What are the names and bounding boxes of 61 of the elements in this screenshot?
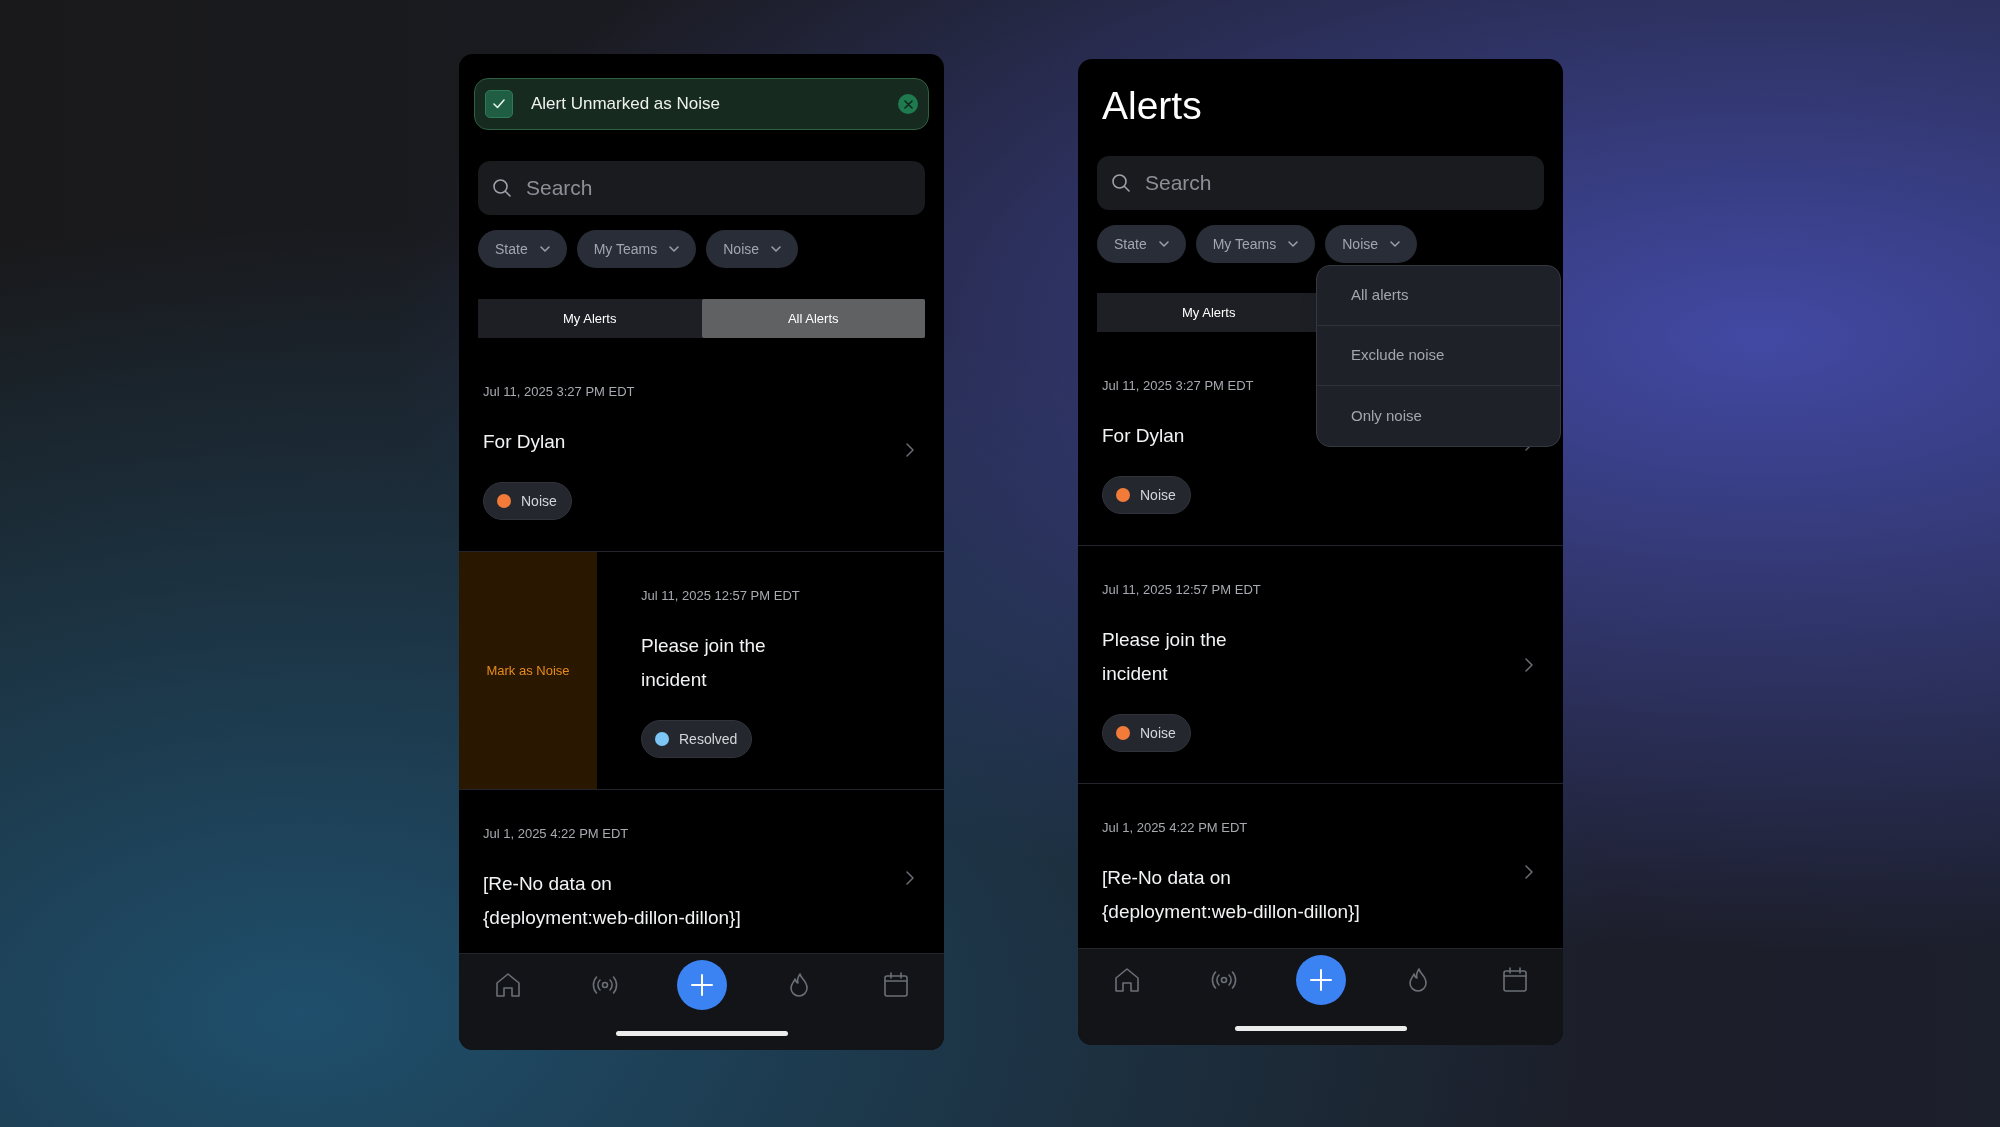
add-button[interactable]: [676, 960, 727, 1010]
alert-title: [Re-No data on {deployment:web-dillon-dillon}]: [483, 872, 742, 930]
check-icon: [485, 90, 513, 118]
calendar-tab[interactable]: [1500, 966, 1529, 994]
alert-time: Jul 1, 2025 4:22 PM EDT: [483, 826, 629, 842]
chevron-down-icon: [771, 246, 782, 252]
filter-dropdown[interactable]: Noise: [706, 230, 799, 268]
chevron-right-icon: [1525, 657, 1533, 672]
add-button[interactable]: [1295, 955, 1346, 1005]
search-icon: [492, 178, 512, 198]
chevron-down-icon: [1288, 241, 1299, 247]
menu-item[interactable]: Only noise: [1317, 386, 1560, 446]
alert-title: [Re-No data on {deployment:web-dillon-dillon}]: [1102, 866, 1361, 924]
filter-dropdown[interactable]: State: [478, 230, 567, 268]
filter-dropdown[interactable]: My Teams: [1195, 225, 1316, 263]
filter-dropdown[interactable]: State: [1097, 225, 1186, 263]
status-tag: Resolved: [641, 720, 753, 758]
home-icon: [493, 971, 522, 999]
plus-icon: [690, 974, 713, 996]
alert-time: Jul 1, 2025 4:22 PM EDT: [1102, 820, 1248, 836]
alert-title: For Dylan: [1102, 424, 1186, 448]
alert-title: For Dylan: [483, 430, 567, 454]
close-button[interactable]: [898, 94, 918, 114]
alert-time: Jul 11, 2025 12:57 PM EDT: [1102, 582, 1261, 598]
status-tag: Noise: [1102, 714, 1191, 752]
chevron-right-icon: [906, 442, 914, 457]
plus-icon: [1309, 969, 1332, 991]
home-tab[interactable]: [493, 971, 522, 999]
alert-time: Jul 11, 2025 12:57 PM EDT: [641, 588, 800, 604]
segment-tab[interactable]: All Alerts: [701, 299, 925, 338]
home-icon: [1112, 966, 1141, 994]
search-field[interactable]: Search: [478, 161, 925, 215]
search-input[interactable]: Search: [526, 172, 925, 204]
page-title: Alerts: [1102, 83, 1203, 129]
chevron-down-icon: [1158, 241, 1169, 247]
search-field[interactable]: Search: [1097, 156, 1544, 210]
swipe-action[interactable]: Mark as Noise: [459, 552, 597, 789]
segment-tab[interactable]: My Alerts: [478, 299, 702, 338]
filter-dropdown[interactable]: Noise: [1325, 225, 1418, 263]
status-tag: Noise: [483, 482, 572, 520]
status-tag: Noise: [1102, 476, 1191, 514]
chevron-right-icon: [1525, 865, 1533, 879]
filter-dropdown[interactable]: My Teams: [576, 230, 697, 268]
chevron-down-icon: [1390, 241, 1401, 247]
alert-time: Jul 11, 2025 3:27 PM EDT: [1102, 378, 1254, 394]
menu-item[interactable]: Exclude noise: [1317, 326, 1560, 386]
alert-title: Please join the incident: [641, 634, 767, 692]
menu-item[interactable]: All alerts: [1317, 266, 1560, 326]
alert-title: Please join the incident: [1102, 628, 1228, 686]
alert-time: Jul 11, 2025 3:27 PM EDT: [483, 384, 635, 400]
chevron-down-icon: [539, 246, 550, 252]
search-input[interactable]: Search: [1145, 167, 1544, 199]
calendar-icon: [881, 971, 910, 999]
toast-message: Alert Unmarked as Noise: [531, 93, 721, 116]
search-icon: [1111, 173, 1131, 193]
chevron-right-icon: [906, 871, 914, 885]
close-icon: [903, 99, 913, 109]
home-tab[interactable]: [1112, 966, 1141, 994]
chevron-down-icon: [669, 246, 680, 252]
calendar-icon: [1500, 966, 1529, 994]
calendar-tab[interactable]: [881, 971, 910, 999]
